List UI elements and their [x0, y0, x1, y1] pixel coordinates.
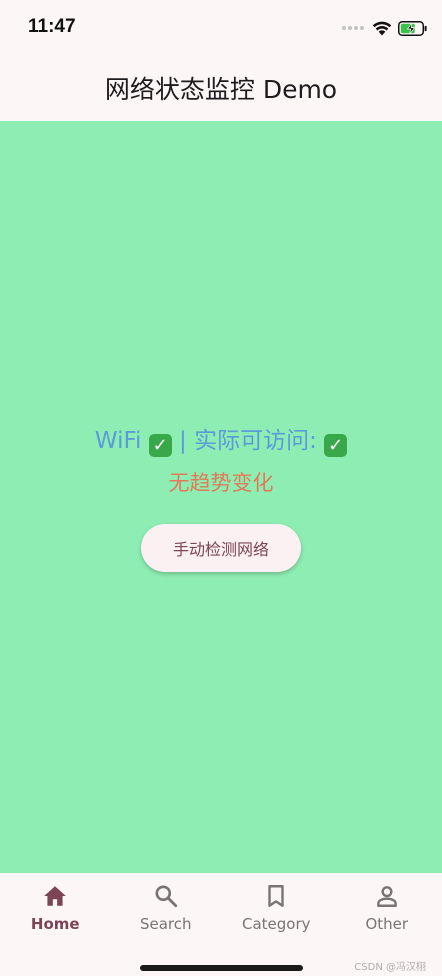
watermark: CSDN @冯汉栩	[354, 962, 426, 973]
check-mark-icon: ✓	[324, 434, 348, 457]
nav-item-home[interactable]: Home	[0, 873, 111, 943]
battery-charging-icon	[398, 20, 428, 36]
nav-label-search: Search	[139, 915, 192, 933]
check-mark-icon: ✓	[148, 434, 172, 457]
home-indicator[interactable]	[140, 965, 303, 971]
separator-text: |	[179, 428, 187, 454]
trend-status-text: 无趋势变化	[168, 471, 274, 495]
main-content: WiFi ✓ | 实际可访问: ✓ 无趋势变化 手动检测网络	[0, 121, 442, 873]
home-icon	[44, 886, 67, 906]
status-bar: 11:47	[0, 0, 442, 56]
cellular-signal-icon	[342, 26, 364, 30]
manual-check-network-button[interactable]: 手动检测网络	[141, 524, 301, 572]
nav-item-search[interactable]: Search	[111, 873, 222, 943]
connection-type-text: WiFi	[94, 428, 142, 454]
nav-item-other[interactable]: Other	[332, 873, 442, 943]
status-time: 11:47	[28, 16, 76, 37]
bookmark-icon	[268, 885, 284, 907]
search-icon	[155, 885, 177, 908]
app-bar: 网络状态监控 Demo	[0, 56, 442, 120]
status-icons	[342, 18, 428, 38]
nav-label-category: Category	[241, 915, 311, 933]
app-screen: 11:47 网络状态监控 Demo WiFi ✓ | 实际可访问: ✓ 无趋势变…	[0, 0, 442, 976]
access-label: 实际可访问:	[194, 428, 317, 454]
page-title: 网络状态监控 Demo	[104, 75, 338, 104]
network-status-line: WiFi ✓ | 实际可访问: ✓	[0, 421, 442, 457]
nav-label-other: Other	[365, 915, 409, 933]
wifi-icon	[372, 21, 392, 36]
person-icon	[376, 886, 397, 907]
nav-label-home: Home	[30, 915, 80, 933]
nav-item-category[interactable]: Category	[221, 873, 332, 943]
